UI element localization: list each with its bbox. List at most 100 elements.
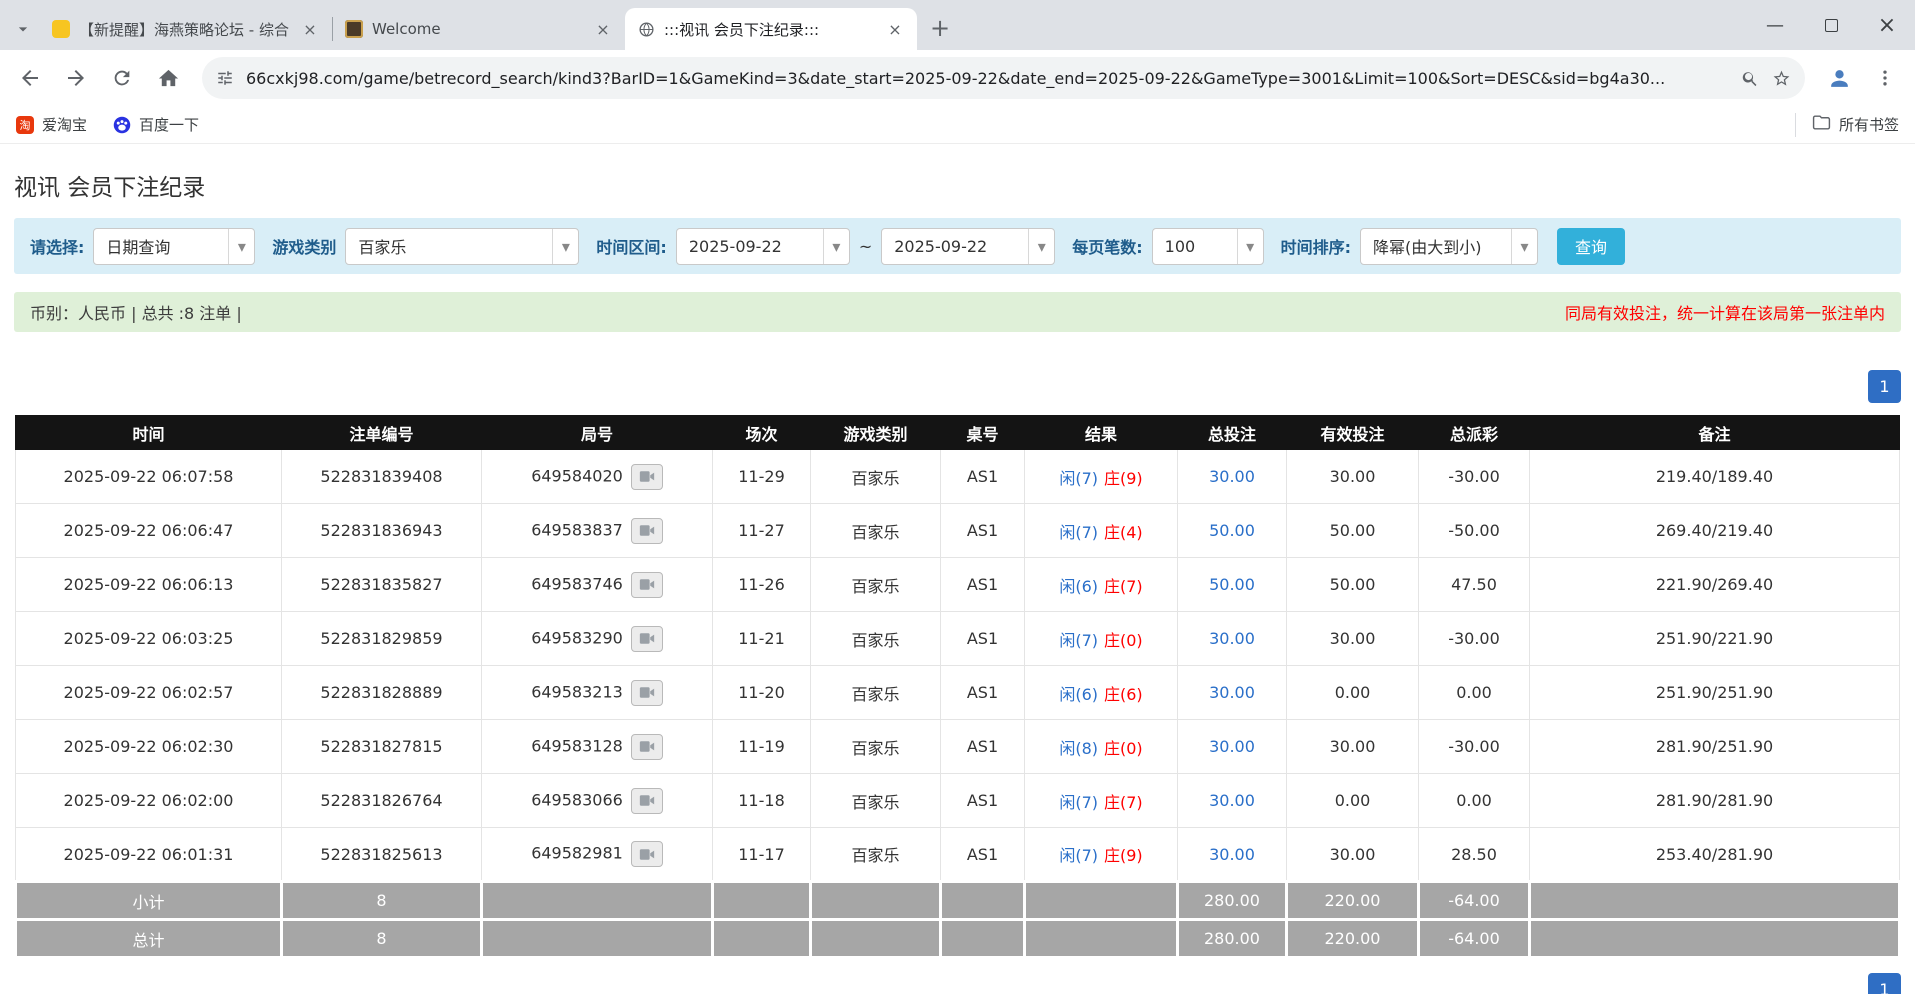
empty-cell — [811, 882, 941, 920]
chevron-down-icon: ▾ — [552, 229, 578, 264]
cell-bet-id: 522831825613 — [282, 828, 482, 882]
cell-table: AS1 — [941, 720, 1025, 774]
cell-time: 2025-09-22 06:06:13 — [16, 558, 282, 612]
empty-cell — [811, 920, 941, 958]
site-settings-icon[interactable] — [216, 69, 234, 87]
tab-bet-records[interactable]: :::视讯 会员下注纪录::: × — [625, 8, 917, 50]
total-valid-bet: 220.00 — [1287, 920, 1419, 958]
cell-session: 11-21 — [713, 612, 811, 666]
total-payout: -64.00 — [1419, 920, 1530, 958]
bookmark-taobao[interactable]: 淘 爱淘宝 — [16, 114, 87, 135]
empty-cell — [1025, 920, 1178, 958]
profile-avatar[interactable] — [1819, 58, 1859, 98]
cell-bet-id: 522831835827 — [282, 558, 482, 612]
cell-time: 2025-09-22 06:06:47 — [16, 504, 282, 558]
total-bet-link[interactable]: 30.00 — [1209, 737, 1255, 756]
refresh-icon[interactable] — [102, 58, 142, 98]
tab-close-icon[interactable]: × — [593, 19, 613, 39]
total-bet-link[interactable]: 30.00 — [1209, 629, 1255, 648]
total-bet-link[interactable]: 30.00 — [1209, 845, 1255, 864]
empty-cell — [941, 920, 1025, 958]
browser-toolbar: 66cxkj98.com/game/betrecord_search/kind3… — [0, 50, 1915, 106]
minimize-button[interactable]: — — [1747, 0, 1803, 50]
round-replay-icon[interactable] — [631, 464, 663, 490]
result-player: 闲(8) — [1059, 739, 1098, 758]
cell-round: 649582981 — [482, 828, 713, 882]
cell-result: 闲(7)庄(0) — [1025, 612, 1178, 666]
bookmark-baidu[interactable]: 百度一下 — [113, 114, 199, 135]
date-end-select[interactable]: 2025-09-22 ▾ — [881, 228, 1055, 265]
tab-close-icon[interactable]: × — [885, 19, 905, 39]
cell-total-bet: 30.00 — [1178, 828, 1287, 882]
round-replay-icon[interactable] — [631, 841, 663, 867]
globe-favicon-icon — [637, 20, 655, 38]
total-bet-link[interactable]: 30.00 — [1209, 683, 1255, 702]
address-bar[interactable]: 66cxkj98.com/game/betrecord_search/kind3… — [202, 57, 1805, 99]
cell-note: 251.90/221.90 — [1530, 612, 1900, 666]
total-bet-link[interactable]: 50.00 — [1209, 575, 1255, 594]
result-player: 闲(7) — [1059, 793, 1098, 812]
home-icon[interactable] — [148, 58, 188, 98]
table-header-row: 时间 注单编号 局号 场次 游戏类别 桌号 结果 总投注 有效投注 总派彩 备注 — [16, 416, 1900, 450]
subtotal-payout: -64.00 — [1419, 882, 1530, 920]
cell-total-bet: 30.00 — [1178, 774, 1287, 828]
round-replay-icon[interactable] — [631, 518, 663, 544]
cell-session: 11-18 — [713, 774, 811, 828]
chevron-down-icon: ▾ — [1237, 229, 1263, 264]
chevron-down-icon: ▾ — [823, 229, 849, 264]
empty-cell — [1025, 882, 1178, 920]
total-bet-link[interactable]: 30.00 — [1209, 467, 1255, 486]
round-replay-icon[interactable] — [631, 788, 663, 814]
cell-game-type: 百家乐 — [811, 720, 941, 774]
close-button[interactable]: × — [1859, 0, 1915, 50]
zoom-icon[interactable] — [1741, 69, 1760, 88]
cell-note: 253.40/281.90 — [1530, 828, 1900, 882]
tab-forum[interactable]: 【新提醒】海燕策略论坛 - 综合 × — [40, 8, 332, 50]
menu-kebab-icon[interactable] — [1865, 58, 1905, 98]
empty-cell — [713, 882, 811, 920]
cell-time: 2025-09-22 06:02:30 — [16, 720, 282, 774]
total-bet-link[interactable]: 50.00 — [1209, 521, 1255, 540]
forward-icon[interactable] — [56, 58, 96, 98]
col-note: 备注 — [1530, 416, 1900, 450]
round-replay-icon[interactable] — [631, 626, 663, 652]
query-type-select[interactable]: 日期查询 ▾ — [93, 228, 255, 265]
cell-note: 281.90/251.90 — [1530, 720, 1900, 774]
maximize-button[interactable] — [1803, 0, 1859, 50]
cell-table: AS1 — [941, 774, 1025, 828]
total-bet-link[interactable]: 30.00 — [1209, 791, 1255, 810]
cell-result: 闲(6)庄(7) — [1025, 558, 1178, 612]
back-icon[interactable] — [10, 58, 50, 98]
cell-session: 11-27 — [713, 504, 811, 558]
game-type-select[interactable]: 百家乐 ▾ — [345, 228, 579, 265]
per-page-select[interactable]: 100 ▾ — [1152, 228, 1264, 265]
empty-cell — [1530, 920, 1900, 958]
round-replay-icon[interactable] — [631, 734, 663, 760]
new-tab-button[interactable]: + — [923, 11, 957, 45]
tab-welcome[interactable]: Welcome × — [333, 8, 625, 50]
bet-records-table: 时间 注单编号 局号 场次 游戏类别 桌号 结果 总投注 有效投注 总派彩 备注… — [14, 415, 1901, 959]
cell-session: 11-29 — [713, 450, 811, 504]
page-number-button[interactable]: 1 — [1868, 973, 1901, 994]
cell-total-bet: 30.00 — [1178, 450, 1287, 504]
page-number-button[interactable]: 1 — [1868, 370, 1901, 403]
date-range-label: 时间区间: — [596, 234, 666, 258]
url-text[interactable]: 66cxkj98.com/game/betrecord_search/kind3… — [246, 69, 1729, 88]
cell-table: AS1 — [941, 450, 1025, 504]
cell-note: 269.40/219.40 — [1530, 504, 1900, 558]
tab-close-icon[interactable]: × — [300, 19, 320, 39]
date-start-select[interactable]: 2025-09-22 ▾ — [676, 228, 850, 265]
round-replay-icon[interactable] — [631, 572, 663, 598]
tab-search-chevron-icon[interactable] — [6, 8, 40, 50]
taobao-icon: 淘 — [16, 116, 34, 134]
sort-select[interactable]: 降幂(由大到小) ▾ — [1360, 228, 1538, 265]
cell-time: 2025-09-22 06:07:58 — [16, 450, 282, 504]
result-banker: 庄(9) — [1104, 846, 1143, 865]
round-replay-icon[interactable] — [631, 680, 663, 706]
bookmark-star-icon[interactable] — [1772, 69, 1791, 88]
page-title: 视讯 会员下注纪录 — [14, 168, 1901, 202]
query-button[interactable]: 查询 — [1557, 228, 1625, 265]
round-number: 649582981 — [531, 844, 623, 863]
all-bookmarks[interactable]: 所有书签 — [1795, 113, 1899, 137]
cell-game-type: 百家乐 — [811, 774, 941, 828]
